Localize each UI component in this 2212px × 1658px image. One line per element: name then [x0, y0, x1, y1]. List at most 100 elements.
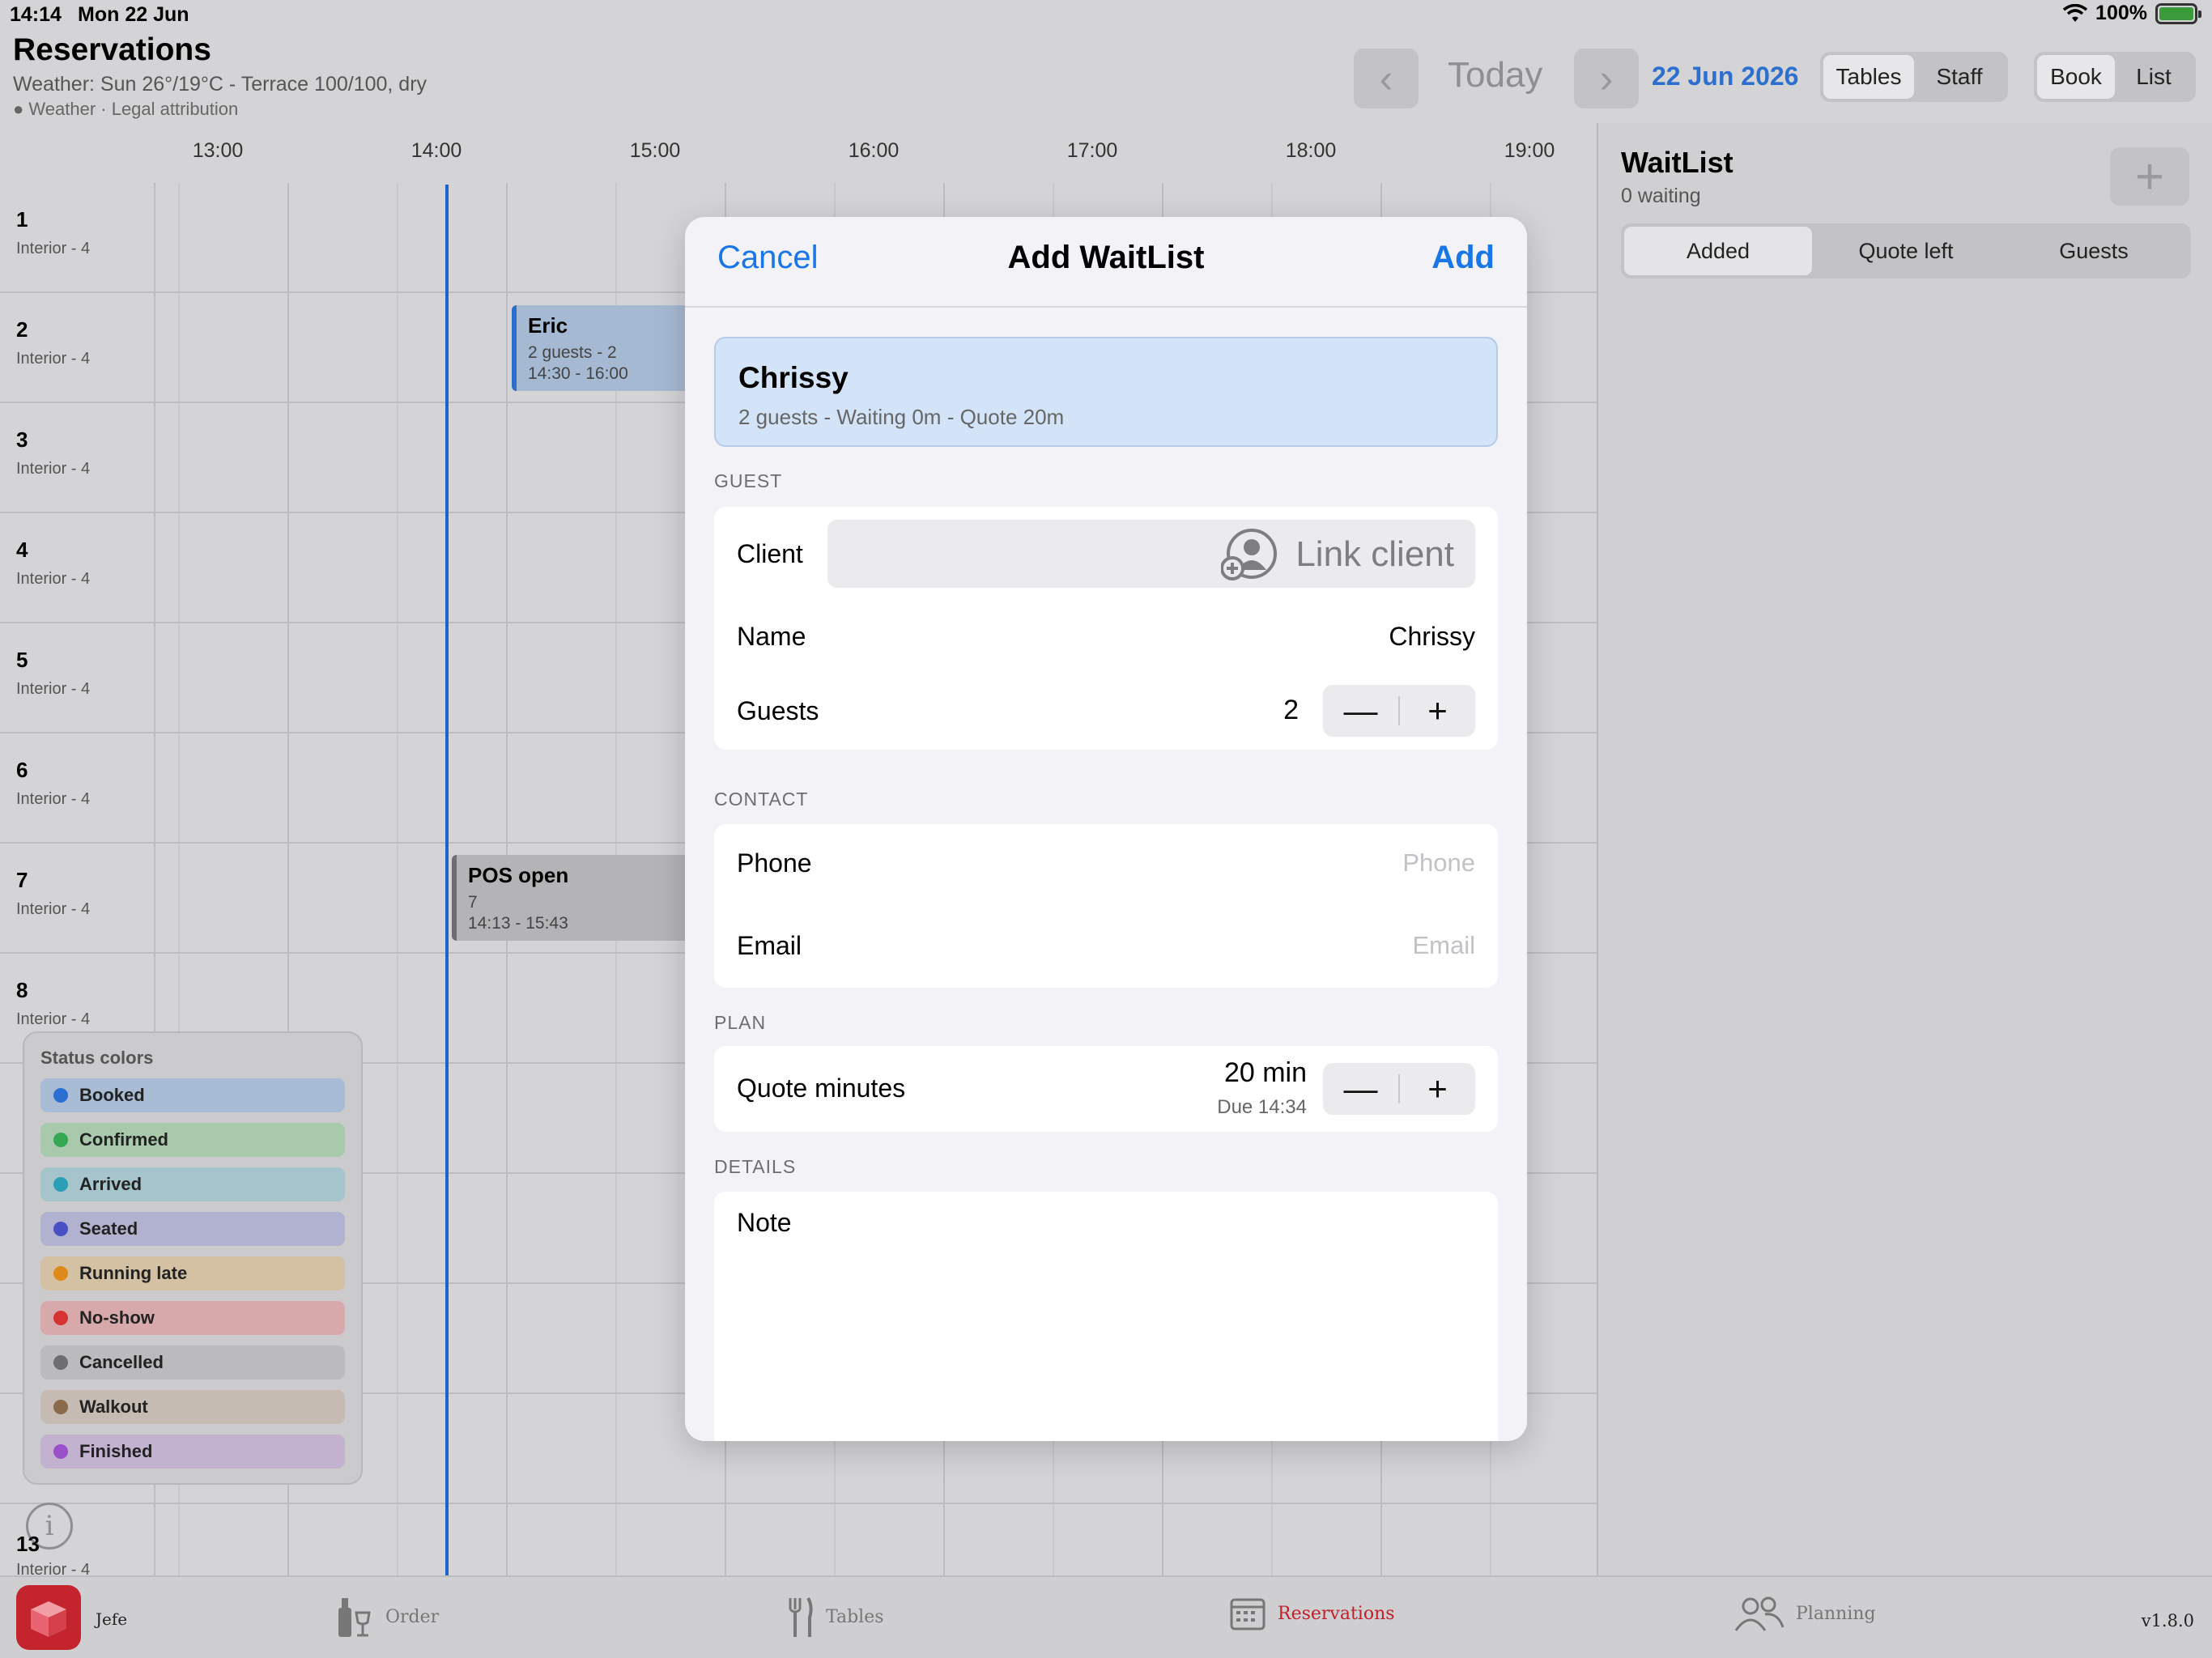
user-name[interactable]: Jefe	[96, 1609, 127, 1629]
segment-staff[interactable]: Staff	[1914, 55, 2005, 99]
modal-header: Cancel Add WaitList Add	[685, 217, 1527, 308]
client-row: Client Link client	[714, 507, 1498, 601]
calendar-icon	[1230, 1598, 1266, 1630]
name-row[interactable]: Name Chrissy	[714, 601, 1498, 674]
tab-label: Planning	[1796, 1603, 1876, 1624]
table-number: 7	[16, 868, 28, 892]
details-group: Note	[714, 1192, 1498, 1441]
reservation-block-pos-open[interactable]: POS open 7 14:13 - 15:43	[452, 855, 695, 941]
tab-label: Order	[385, 1606, 440, 1627]
weather-text: Weather: Sun 26°/19°C - Terrace 100/100,…	[13, 73, 428, 96]
clock: 14:14	[10, 3, 62, 26]
previous-day-button[interactable]: ‹	[1354, 49, 1419, 108]
reservation-time: 14:13 - 15:43	[468, 914, 568, 933]
segment-list[interactable]: List	[2115, 55, 2193, 99]
name-label: Name	[737, 622, 806, 651]
plus-icon: +	[1427, 691, 1448, 729]
hour-label: 19:00	[1504, 139, 1555, 162]
table-area: Interior - 4	[16, 240, 91, 257]
segment-book[interactable]: Book	[2037, 55, 2115, 99]
status-date: Mon 22 Jun	[78, 3, 189, 26]
app-version: v1.8.0	[2141, 1611, 2194, 1630]
tab-label: Reservations	[1278, 1603, 1395, 1624]
section-header-details: DETAILS	[714, 1156, 797, 1177]
battery-icon	[2155, 2, 2201, 24]
table-area: Interior - 4	[16, 900, 91, 918]
legend-title: Status colors	[40, 1048, 154, 1068]
phone-input[interactable]: Phone	[1402, 848, 1475, 878]
reservation-table: 7	[468, 893, 478, 912]
email-row[interactable]: Email Email	[714, 905, 1498, 988]
email-input[interactable]: Email	[1412, 931, 1475, 960]
time-header: 13:00 14:00 15:00 16:00 17:00 18:00 19:0…	[0, 123, 1597, 183]
quote-decrement-button[interactable]: —	[1323, 1063, 1398, 1115]
reservation-block-eric[interactable]: Eric 2 guests - 2 14:30 - 16:00	[512, 305, 690, 391]
legend-item-walkout: Walkout	[40, 1390, 345, 1424]
hour-label: 14:00	[410, 139, 462, 162]
legend-item-seated: Seated	[40, 1212, 345, 1246]
hour-label: 15:00	[629, 139, 681, 162]
email-label: Email	[737, 931, 802, 960]
reservation-guests: 2 guests - 2	[528, 343, 617, 362]
guests-label: Guests	[737, 696, 819, 725]
waitlist-tab-guests[interactable]: Guests	[2000, 227, 2188, 275]
add-waitlist-button[interactable]: +	[2110, 147, 2189, 206]
plus-icon: +	[1427, 1069, 1448, 1107]
tab-tables[interactable]: Tables	[785, 1595, 884, 1639]
table-number: 13	[16, 1532, 40, 1556]
mode-segment: Book List	[2034, 52, 2196, 102]
waitlist-tab-quote-left[interactable]: Quote left	[1812, 227, 2000, 275]
chevron-left-icon: ‹	[1379, 56, 1393, 101]
hour-label: 13:00	[192, 139, 244, 162]
table-number: 4	[16, 538, 28, 562]
phone-label: Phone	[737, 848, 812, 878]
note-textarea[interactable]	[714, 1248, 1498, 1441]
legend-item-cancelled: Cancelled	[40, 1346, 345, 1380]
tab-reservations[interactable]: Reservations	[1229, 1595, 1395, 1632]
waitlist-tab-added[interactable]: Added	[1624, 227, 1812, 275]
legend-item-arrived: Arrived	[40, 1167, 345, 1201]
weather-attribution[interactable]: ● Weather · Legal attribution	[13, 99, 238, 120]
table-number: 6	[16, 758, 28, 782]
table-area: Interior - 4	[16, 680, 91, 698]
guests-decrement-button[interactable]: —	[1323, 685, 1398, 737]
hour-label: 17:00	[1066, 139, 1118, 162]
legend-item-confirmed: Confirmed	[40, 1123, 345, 1157]
link-client-button[interactable]: Link client	[827, 520, 1475, 588]
minus-icon: —	[1343, 1069, 1378, 1107]
quote-minutes-value: 20 min	[1223, 1057, 1307, 1088]
reservation-name: POS open	[468, 863, 569, 887]
plus-icon: +	[2134, 148, 2165, 205]
add-button[interactable]: Add	[1431, 240, 1495, 276]
table-area: Interior - 4	[16, 1010, 91, 1028]
app-logo-icon[interactable]	[16, 1585, 81, 1650]
tab-planning[interactable]: Planning	[1733, 1595, 1876, 1632]
quote-increment-button[interactable]: +	[1400, 1063, 1475, 1115]
date-picker[interactable]: 22 Jun 2026	[1652, 62, 1798, 91]
status-bar: 14:14 Mon 22 Jun 100%	[0, 0, 2212, 32]
legend-item-no-show: No-show	[40, 1301, 345, 1335]
tab-order[interactable]: Order	[337, 1595, 439, 1639]
today-button[interactable]: Today	[1448, 55, 1542, 96]
legend-item-booked: Booked	[40, 1078, 345, 1112]
table-area: Interior - 4	[16, 460, 91, 478]
name-field[interactable]: Chrissy	[1389, 622, 1475, 652]
hour-label: 16:00	[848, 139, 900, 162]
next-day-button[interactable]: ›	[1574, 49, 1639, 108]
phone-row[interactable]: Phone Phone	[714, 824, 1498, 905]
table-number: 1	[16, 207, 28, 232]
legend-item-finished: Finished	[40, 1435, 345, 1469]
view-segment: Tables Staff	[1820, 52, 2008, 102]
guests-increment-button[interactable]: +	[1400, 685, 1475, 737]
reservation-name: Eric	[528, 313, 568, 338]
person-add-icon	[1221, 529, 1277, 580]
waitlist-preview-card: Chrissy 2 guests - Waiting 0m - Quote 20…	[714, 337, 1498, 447]
segment-tables[interactable]: Tables	[1823, 55, 1914, 99]
apple-icon: ●	[13, 99, 29, 119]
guests-stepper: — +	[1323, 685, 1475, 737]
contact-group: Phone Phone Email Email	[714, 824, 1498, 988]
status-right: 100%	[2063, 2, 2201, 25]
reservation-time: 14:30 - 16:00	[528, 364, 628, 383]
section-header-contact: CONTACT	[714, 789, 809, 810]
preview-summary: 2 guests - Waiting 0m - Quote 20m	[738, 405, 1065, 429]
